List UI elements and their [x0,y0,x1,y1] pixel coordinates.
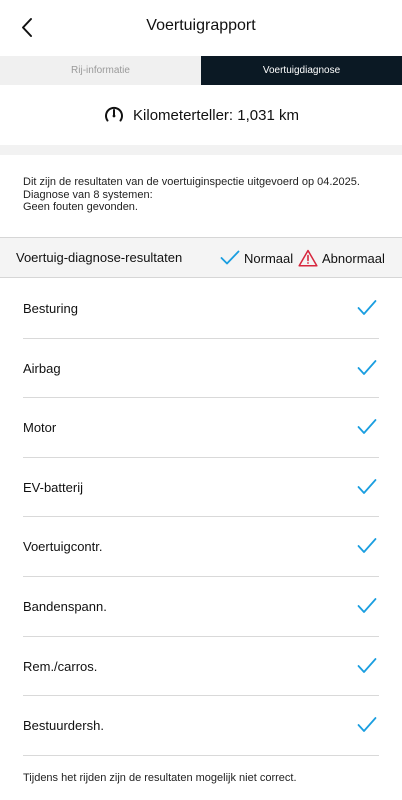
checkmark-icon [357,657,377,673]
legend-abnormal: Abnormaal [298,248,385,268]
system-label: Besturing [23,301,78,316]
checkmark-icon [357,478,377,494]
system-label: Bandenspann. [23,598,107,614]
system-label: Bestuurdersh. [23,718,104,734]
system-row-bandenspann: Bandenspann. [23,577,379,637]
legend-normal: Normaal [220,249,293,267]
section-divider [0,145,402,155]
system-row-voertuigcontr: Voertuigcontr. [23,517,379,577]
odometer-label: Kilometerteller: 1,031 km [133,106,299,124]
inspection-info: Dit zijn de resultaten van de voertuigin… [23,176,383,214]
system-row-besturing: Besturing [23,279,379,339]
checkmark-icon [357,598,377,613]
checkmark-icon [357,359,377,375]
system-label: Voertuigcontr. [23,539,103,555]
warning-triangle-icon [298,249,318,267]
odometer-summary: Kilometerteller: 1,031 km [0,85,402,145]
app-header: Voertuigrapport [0,0,402,56]
system-label: Motor [23,420,57,436]
results-title: Voertuig-diagnose-resultaten [16,250,183,265]
system-row-rem-carros: Rem./carros. [23,637,379,697]
checkmark-icon [357,538,377,554]
info-line-result: Geen fouten gevonden. [23,201,138,213]
checkmark-icon [357,717,377,733]
checkmark-icon [357,300,377,315]
footer-note: Tijdens het rijden zijn de resultaten mo… [23,772,297,784]
checkmark-icon [357,419,377,435]
legend-normal-label: Normaal [244,250,294,266]
info-line-systems: Diagnose van 8 systemen: [23,188,153,201]
page-title: Voertuigrapport [146,17,256,34]
system-row-ev-batterij: EV-batterij [23,458,379,518]
results-header: Voertuig-diagnose-resultaten Normaal Abn… [0,237,402,278]
system-label: Airbag [23,360,61,376]
info-line-inspection: Dit zijn de resultaten van de voertuigin… [23,176,360,188]
speedometer-icon [105,106,124,122]
system-row-airbag: Airbag [23,339,379,399]
system-label: EV-batterij [23,479,83,495]
tab-rij-informatie[interactable]: Rij-informatie [0,56,201,85]
legend-abnormal-label: Abnormaal [322,250,385,266]
checkmark-icon [220,250,240,265]
tab-voertuigdiagnose[interactable]: Voertuigdiagnose [201,56,402,85]
tab-bar: Rij-informatie Voertuigdiagnose [0,56,402,85]
system-row-motor: Motor [23,398,379,458]
diagnosis-list: Besturing Airbag Motor EV-batterij Voert… [23,279,379,756]
system-row-bestuurdersh: Bestuurdersh. [23,696,379,756]
system-label: Rem./carros. [23,658,98,674]
